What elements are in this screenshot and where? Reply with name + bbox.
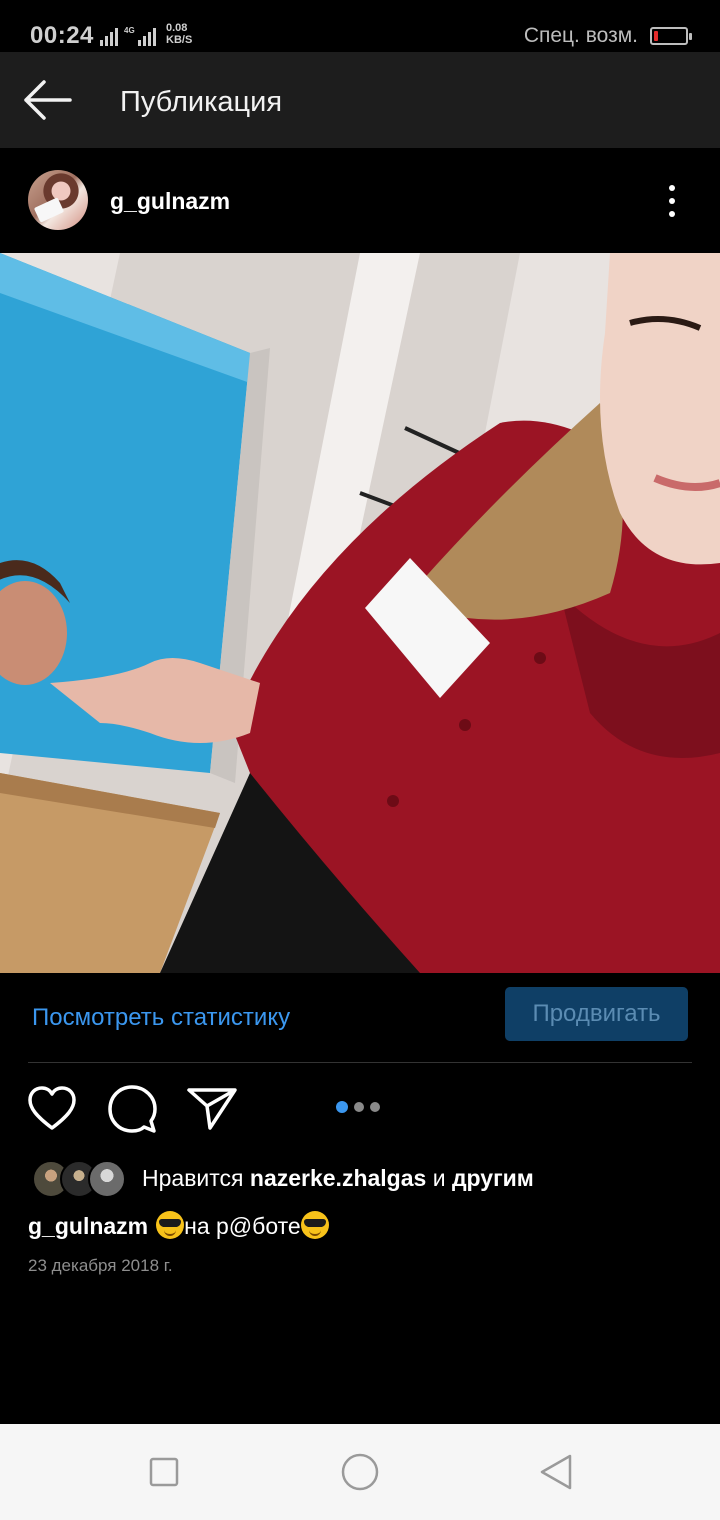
post-date: 23 декабря 2018 г. xyxy=(28,1256,173,1275)
post-photo[interactable] xyxy=(0,253,720,973)
status-time: 00:24 xyxy=(30,22,94,49)
app-bar: Публикация xyxy=(0,52,720,148)
sunglasses-emoji-icon xyxy=(156,1211,185,1239)
caption-text: на р@боте xyxy=(184,1213,301,1239)
likes-prefix: Нравится xyxy=(142,1165,250,1191)
likes-summary[interactable]: Нравится nazerke.zhalgas и другим xyxy=(142,1165,534,1192)
divider xyxy=(28,1062,692,1063)
post-caption: g_gulnazm на р@боте xyxy=(28,1211,329,1240)
promote-button[interactable]: Продвигать xyxy=(505,987,688,1041)
network-speed: 0.08 KB/S xyxy=(166,22,192,46)
heart-icon[interactable] xyxy=(26,1084,78,1134)
send-icon[interactable] xyxy=(186,1084,238,1132)
circle-icon[interactable] xyxy=(340,1452,380,1492)
speed-value: 0.08 xyxy=(166,22,188,34)
page-title: Публикация xyxy=(120,86,283,118)
post-header: g_gulnazm xyxy=(0,148,720,253)
carousel-dot xyxy=(370,1102,380,1112)
status-bar: 00:24 4G 0.08 KB/S Спец. возм. xyxy=(0,0,720,52)
carousel-dot-active xyxy=(336,1101,348,1113)
system-nav-bar xyxy=(0,1424,720,1520)
avatar xyxy=(88,1160,126,1198)
battery-icon xyxy=(650,27,692,45)
more-vertical-icon[interactable] xyxy=(660,184,684,218)
sunglasses-emoji-icon xyxy=(300,1211,329,1239)
likes-others[interactable]: другим xyxy=(452,1165,534,1191)
view-insights-link[interactable]: Посмотреть статистику xyxy=(32,1004,290,1032)
speed-unit: KB/S xyxy=(166,34,193,46)
carousel-indicator xyxy=(336,1101,380,1114)
post-username[interactable]: g_gulnazm xyxy=(110,188,230,215)
network-type: 4G xyxy=(124,26,135,35)
arrow-left-icon[interactable] xyxy=(22,78,74,122)
battery-level xyxy=(654,31,658,41)
caption-username[interactable]: g_gulnazm xyxy=(28,1213,148,1239)
comment-icon[interactable] xyxy=(106,1083,158,1135)
accessibility-label: Спец. возм. xyxy=(523,24,638,47)
avatar[interactable] xyxy=(28,170,88,230)
liker-avatars[interactable] xyxy=(32,1160,126,1198)
triangle-back-icon[interactable] xyxy=(538,1452,574,1492)
likes-middle: и xyxy=(426,1165,452,1191)
square-icon[interactable] xyxy=(148,1456,180,1488)
carousel-dot xyxy=(354,1102,364,1112)
signal-icon: 4G xyxy=(100,26,156,46)
liker-username[interactable]: nazerke.zhalgas xyxy=(250,1165,426,1191)
